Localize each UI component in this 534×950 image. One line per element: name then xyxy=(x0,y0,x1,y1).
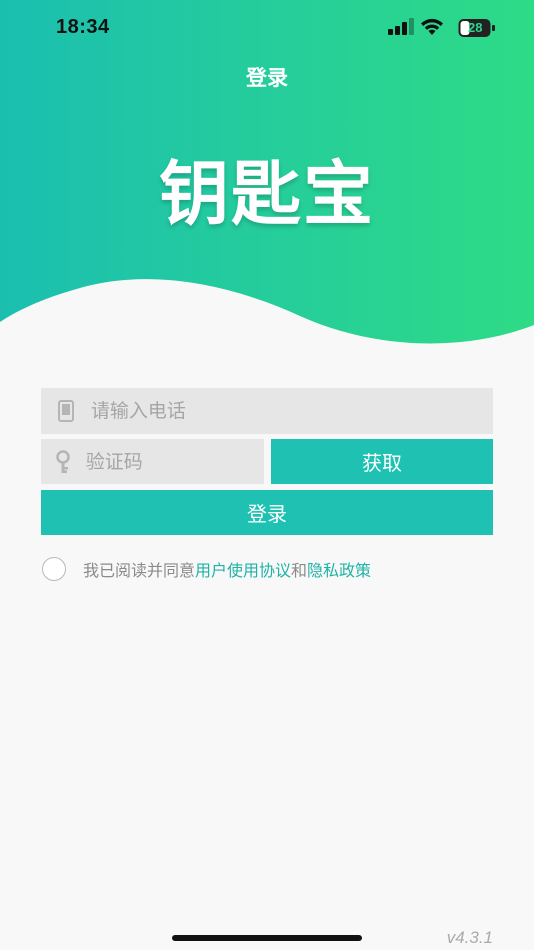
status-bar: 18:34 28 xyxy=(0,0,534,58)
signal-icon xyxy=(388,18,414,35)
login-button[interactable]: 登录 xyxy=(41,490,493,535)
code-field[interactable] xyxy=(41,439,264,484)
app-version: v4.3.1 xyxy=(446,928,493,947)
page-title: 登录 xyxy=(246,66,288,90)
get-code-button[interactable]: 获取 xyxy=(271,439,493,484)
phone-field[interactable] xyxy=(41,388,493,434)
wifi-icon xyxy=(421,18,443,35)
home-indicator xyxy=(172,935,362,941)
user-agreement-link[interactable]: 用户使用协议 xyxy=(195,557,291,581)
agreement-and: 和 xyxy=(291,561,308,580)
agreement-row: 我已阅读并同意 用户使用协议和隐私政策 xyxy=(42,557,371,581)
status-time: 18:34 xyxy=(56,16,110,38)
battery-level: 28 xyxy=(468,20,483,35)
phone-icon xyxy=(41,400,91,422)
agreement-prefix: 我已阅读并同意 xyxy=(83,561,196,580)
header-banner: 18:34 28 登录 钥匙宝 xyxy=(0,0,534,350)
app-logo: 钥匙宝 xyxy=(159,152,375,235)
phone-input[interactable] xyxy=(90,400,493,422)
agreement-checkbox[interactable] xyxy=(42,557,66,581)
privacy-policy-link[interactable]: 隐私政策 xyxy=(307,557,371,581)
key-icon xyxy=(41,449,86,474)
code-input[interactable] xyxy=(85,450,264,473)
